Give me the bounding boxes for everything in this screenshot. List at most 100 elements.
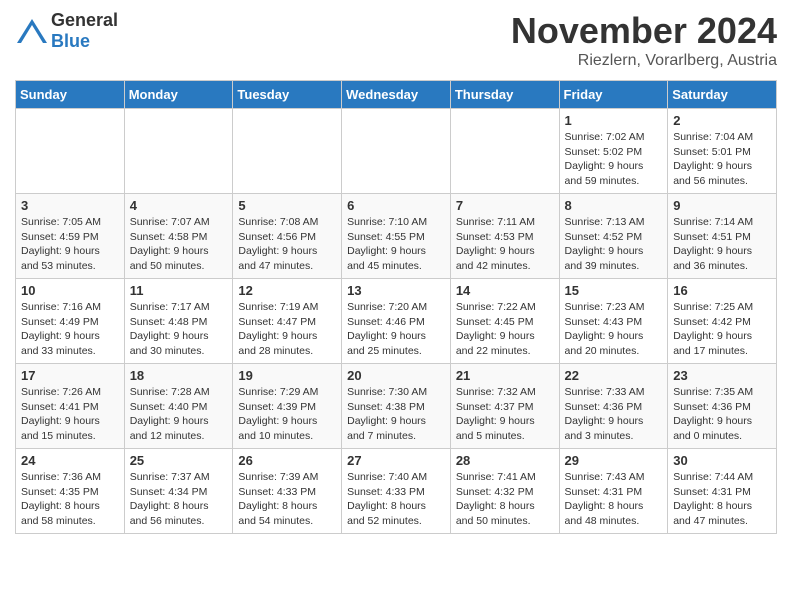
day-number: 9 xyxy=(673,198,771,213)
day-info: Sunrise: 7:20 AM Sunset: 4:46 PM Dayligh… xyxy=(347,300,445,359)
day-info: Sunrise: 7:33 AM Sunset: 4:36 PM Dayligh… xyxy=(565,385,663,444)
day-cell xyxy=(342,109,451,194)
day-info: Sunrise: 7:10 AM Sunset: 4:55 PM Dayligh… xyxy=(347,215,445,274)
day-number: 1 xyxy=(565,113,663,128)
day-number: 26 xyxy=(238,453,336,468)
day-cell xyxy=(450,109,559,194)
day-number: 21 xyxy=(456,368,554,383)
day-cell: 23Sunrise: 7:35 AM Sunset: 4:36 PM Dayli… xyxy=(668,364,777,449)
day-cell: 6 Sunrise: 7:10 AM Sunset: 4:55 PM Daylig… xyxy=(342,194,451,279)
day-info: Sunrise: 7:32 AM Sunset: 4:37 PM Dayligh… xyxy=(456,385,554,444)
day-info: Sunrise: 7:23 AM Sunset: 4:43 PM Dayligh… xyxy=(565,300,663,359)
day-number: 28 xyxy=(456,453,554,468)
day-number: 24 xyxy=(21,453,119,468)
day-number: 25 xyxy=(130,453,228,468)
day-number: 7 xyxy=(456,198,554,213)
day-number: 8 xyxy=(565,198,663,213)
day-cell: 14 Sunrise: 7:22 AM Sunset: 4:45 PM Dayli… xyxy=(450,279,559,364)
day-info: Sunrise: 7:37 AM Sunset: 4:34 PM Dayligh… xyxy=(130,470,228,529)
day-number: 16 xyxy=(673,283,771,298)
col-tuesday: Tuesday xyxy=(233,81,342,109)
month-title: November 2024 xyxy=(511,10,777,52)
day-number: 6 xyxy=(347,198,445,213)
col-sunday: Sunday xyxy=(16,81,125,109)
day-cell: 20 Sunrise: 7:30 AM Sunset: 4:38 PM Dayli… xyxy=(342,364,451,449)
day-info: Sunrise: 7:35 AM Sunset: 4:36 PM Dayligh… xyxy=(673,385,771,444)
day-info: Sunrise: 7:41 AM Sunset: 4:32 PM Dayligh… xyxy=(456,470,554,529)
day-info: Sunrise: 7:19 AM Sunset: 4:47 PM Dayligh… xyxy=(238,300,336,359)
day-info: Sunrise: 7:08 AM Sunset: 4:56 PM Dayligh… xyxy=(238,215,336,274)
col-monday: Monday xyxy=(124,81,233,109)
day-cell: 25 Sunrise: 7:37 AM Sunset: 4:34 PM Dayli… xyxy=(124,449,233,534)
day-cell: 26 Sunrise: 7:39 AM Sunset: 4:33 PM Dayli… xyxy=(233,449,342,534)
day-number: 22 xyxy=(565,368,663,383)
day-cell: 21 Sunrise: 7:32 AM Sunset: 4:37 PM Dayli… xyxy=(450,364,559,449)
day-number: 15 xyxy=(565,283,663,298)
day-info: Sunrise: 7:17 AM Sunset: 4:48 PM Dayligh… xyxy=(130,300,228,359)
day-cell: 27 Sunrise: 7:40 AM Sunset: 4:33 PM Dayli… xyxy=(342,449,451,534)
day-cell: 30 Sunrise: 7:44 AM Sunset: 4:31 PM Dayli… xyxy=(668,449,777,534)
logo-blue: Blue xyxy=(51,31,90,51)
day-cell: 13 Sunrise: 7:20 AM Sunset: 4:46 PM Dayli… xyxy=(342,279,451,364)
day-number: 17 xyxy=(21,368,119,383)
day-cell: 15 Sunrise: 7:23 AM Sunset: 4:43 PM Dayli… xyxy=(559,279,668,364)
day-cell: 17 Sunrise: 7:26 AM Sunset: 4:41 PM Dayli… xyxy=(16,364,125,449)
week-row-3: 10Sunrise: 7:16 AM Sunset: 4:49 PM Dayli… xyxy=(16,279,777,364)
day-cell: 12Sunrise: 7:19 AM Sunset: 4:47 PM Dayli… xyxy=(233,279,342,364)
day-info: Sunrise: 7:25 AM Sunset: 4:42 PM Dayligh… xyxy=(673,300,771,359)
day-number: 20 xyxy=(347,368,445,383)
day-cell: 29 Sunrise: 7:43 AM Sunset: 4:31 PM Dayli… xyxy=(559,449,668,534)
day-cell xyxy=(233,109,342,194)
day-number: 5 xyxy=(238,198,336,213)
header: General Blue November 2024 Riezlern, Vor… xyxy=(15,10,777,70)
day-info: Sunrise: 7:02 AM Sunset: 5:02 PM Dayligh… xyxy=(565,130,663,189)
day-info: Sunrise: 7:28 AM Sunset: 4:40 PM Dayligh… xyxy=(130,385,228,444)
day-cell: 10Sunrise: 7:16 AM Sunset: 4:49 PM Dayli… xyxy=(16,279,125,364)
day-number: 29 xyxy=(565,453,663,468)
day-info: Sunrise: 7:43 AM Sunset: 4:31 PM Dayligh… xyxy=(565,470,663,529)
logo-icon xyxy=(15,17,49,45)
day-number: 19 xyxy=(238,368,336,383)
day-number: 30 xyxy=(673,453,771,468)
day-info: Sunrise: 7:22 AM Sunset: 4:45 PM Dayligh… xyxy=(456,300,554,359)
page-container: General Blue November 2024 Riezlern, Vor… xyxy=(0,0,792,544)
day-cell: 4 Sunrise: 7:07 AM Sunset: 4:58 PM Daylig… xyxy=(124,194,233,279)
day-number: 27 xyxy=(347,453,445,468)
day-info: Sunrise: 7:44 AM Sunset: 4:31 PM Dayligh… xyxy=(673,470,771,529)
calendar-header-row: Sunday Monday Tuesday Wednesday Thursday… xyxy=(16,81,777,109)
day-cell: 18 Sunrise: 7:28 AM Sunset: 4:40 PM Dayli… xyxy=(124,364,233,449)
day-cell: 3Sunrise: 7:05 AM Sunset: 4:59 PM Daylig… xyxy=(16,194,125,279)
day-info: Sunrise: 7:07 AM Sunset: 4:58 PM Dayligh… xyxy=(130,215,228,274)
title-area: November 2024 Riezlern, Vorarlberg, Aust… xyxy=(511,10,777,70)
day-info: Sunrise: 7:26 AM Sunset: 4:41 PM Dayligh… xyxy=(21,385,119,444)
day-cell: 16 Sunrise: 7:25 AM Sunset: 4:42 PM Dayli… xyxy=(668,279,777,364)
day-number: 2 xyxy=(673,113,771,128)
logo: General Blue xyxy=(15,10,118,52)
day-number: 4 xyxy=(130,198,228,213)
week-row-1: 1 Sunrise: 7:02 AM Sunset: 5:02 PM Daylig… xyxy=(16,109,777,194)
week-row-2: 3Sunrise: 7:05 AM Sunset: 4:59 PM Daylig… xyxy=(16,194,777,279)
day-info: Sunrise: 7:40 AM Sunset: 4:33 PM Dayligh… xyxy=(347,470,445,529)
day-info: Sunrise: 7:36 AM Sunset: 4:35 PM Dayligh… xyxy=(21,470,119,529)
day-cell: 2Sunrise: 7:04 AM Sunset: 5:01 PM Daylig… xyxy=(668,109,777,194)
day-info: Sunrise: 7:39 AM Sunset: 4:33 PM Dayligh… xyxy=(238,470,336,529)
col-wednesday: Wednesday xyxy=(342,81,451,109)
day-info: Sunrise: 7:05 AM Sunset: 4:59 PM Dayligh… xyxy=(21,215,119,274)
location-title: Riezlern, Vorarlberg, Austria xyxy=(511,52,777,70)
day-number: 11 xyxy=(130,283,228,298)
day-info: Sunrise: 7:29 AM Sunset: 4:39 PM Dayligh… xyxy=(238,385,336,444)
col-thursday: Thursday xyxy=(450,81,559,109)
day-info: Sunrise: 7:30 AM Sunset: 4:38 PM Dayligh… xyxy=(347,385,445,444)
col-saturday: Saturday xyxy=(668,81,777,109)
day-info: Sunrise: 7:14 AM Sunset: 4:51 PM Dayligh… xyxy=(673,215,771,274)
day-cell xyxy=(16,109,125,194)
day-number: 13 xyxy=(347,283,445,298)
calendar-table: Sunday Monday Tuesday Wednesday Thursday… xyxy=(15,80,777,534)
day-cell: 9 Sunrise: 7:14 AM Sunset: 4:51 PM Daylig… xyxy=(668,194,777,279)
day-cell xyxy=(124,109,233,194)
day-number: 14 xyxy=(456,283,554,298)
day-cell: 28 Sunrise: 7:41 AM Sunset: 4:32 PM Dayli… xyxy=(450,449,559,534)
day-number: 18 xyxy=(130,368,228,383)
day-cell: 5 Sunrise: 7:08 AM Sunset: 4:56 PM Daylig… xyxy=(233,194,342,279)
day-cell: 19 Sunrise: 7:29 AM Sunset: 4:39 PM Dayli… xyxy=(233,364,342,449)
